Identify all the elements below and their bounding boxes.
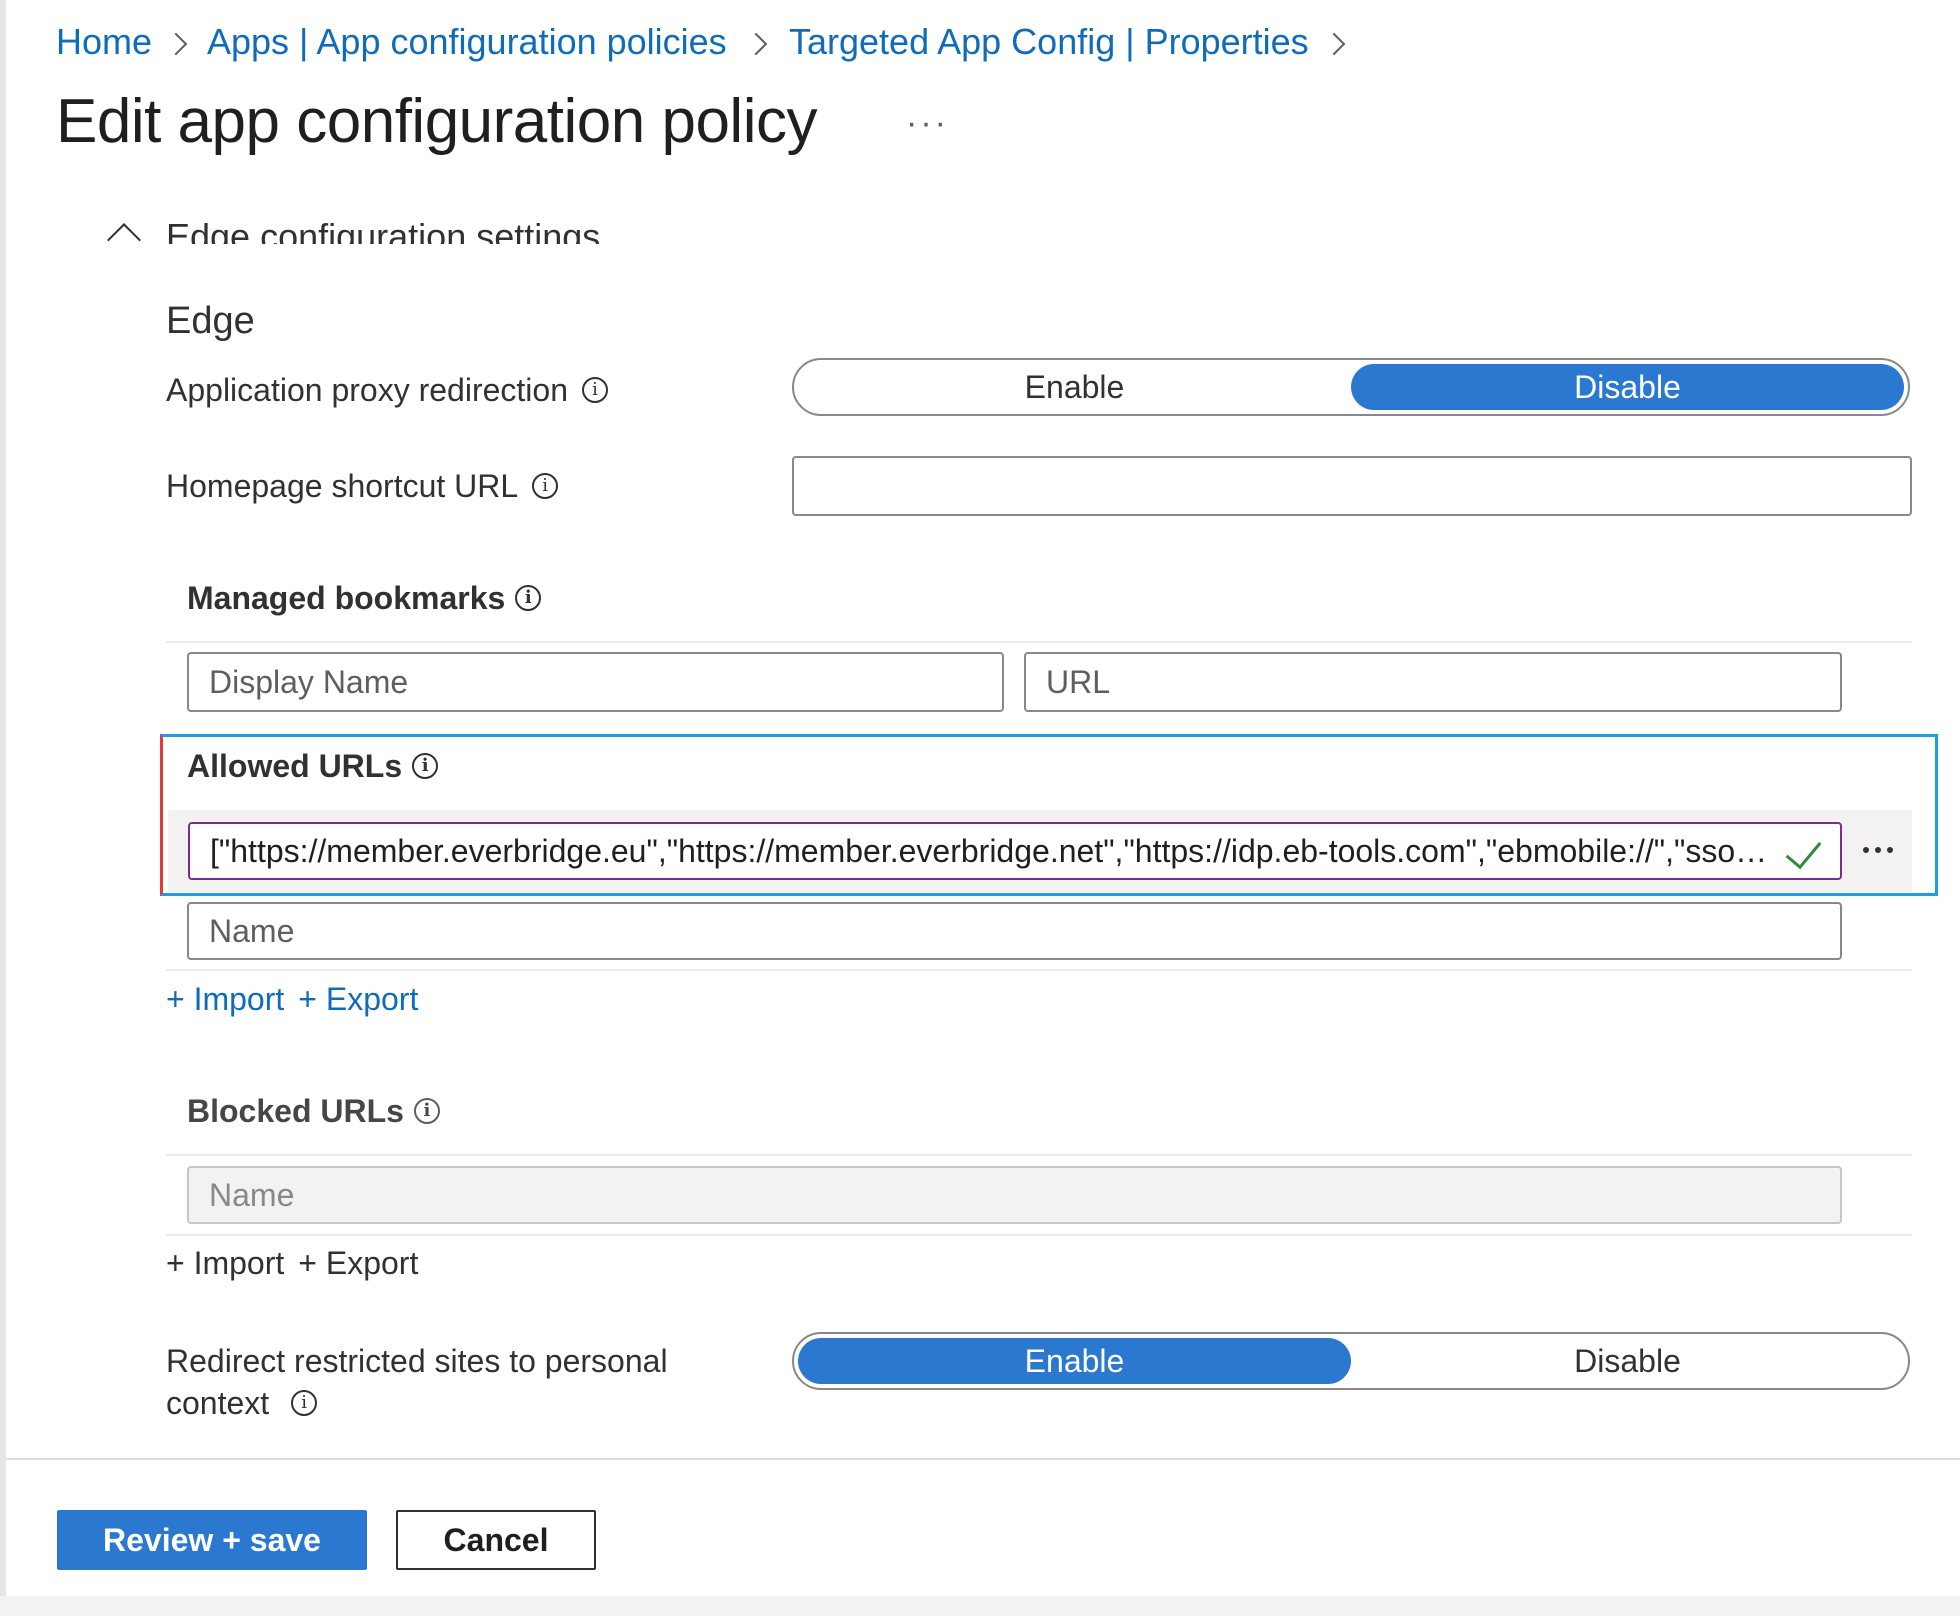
divider (166, 641, 1912, 643)
info-icon[interactable]: i (413, 1098, 440, 1124)
breadcrumb-apps-config-policies[interactable]: Apps | App configuration policies (207, 18, 727, 66)
footer-divider (6, 1458, 1960, 1460)
homepage-label: Homepage shortcut URL i (166, 462, 559, 510)
homepage-label-text: Homepage shortcut URL (166, 467, 519, 504)
allowed-urls-actions: + Import + Export (166, 976, 418, 1022)
info-icon[interactable]: i (291, 1390, 318, 1416)
section-title: Edge configuration settings (166, 216, 601, 244)
divider (166, 1154, 1912, 1156)
review-save-button[interactable]: Review + save (57, 1510, 367, 1570)
divider (166, 969, 1912, 971)
app-proxy-label-text: Application proxy redirection (166, 371, 568, 408)
chevron-right-icon (744, 32, 768, 56)
app-proxy-enable-option[interactable]: Enable (798, 364, 1351, 410)
allowed-url-value: ["https://member.everbridge.eu","https:/… (210, 832, 1768, 869)
bookmark-display-name-input[interactable] (187, 652, 1004, 712)
redirect-label: Redirect restricted sites to personal co… (166, 1340, 668, 1424)
cancel-button[interactable]: Cancel (396, 1510, 596, 1570)
info-icon[interactable]: i (532, 473, 559, 499)
divider (166, 1234, 1912, 1236)
app-proxy-toggle[interactable]: Enable Disable (792, 358, 1910, 416)
homepage-url-input[interactable] (792, 456, 1912, 516)
blocked-urls-export-link[interactable]: + Export (298, 1245, 418, 1282)
info-icon[interactable]: i (515, 585, 542, 611)
chevron-right-icon (164, 32, 188, 56)
allowed-url-name-input[interactable] (187, 902, 1842, 960)
app-proxy-disable-option[interactable]: Disable (1351, 364, 1904, 410)
allowed-urls-label: Allowed URLs i (187, 742, 439, 790)
breadcrumb-targeted-app-config[interactable]: Targeted App Config | Properties (789, 18, 1309, 66)
chevron-right-icon (1322, 32, 1346, 56)
more-options-icon[interactable]: ··· (906, 104, 949, 143)
page-title: Edit app configuration policy (56, 87, 817, 156)
allowed-urls-label-text: Allowed URLs (187, 747, 403, 784)
redirect-disable-option[interactable]: Disable (1351, 1338, 1904, 1384)
edge-subheading: Edge (166, 300, 255, 342)
blocked-urls-actions: + Import + Export (166, 1240, 418, 1286)
blocked-urls-label: Blocked URLs i (187, 1088, 440, 1134)
blocked-urls-label-text: Blocked URLs (187, 1092, 404, 1129)
collapse-caret-icon[interactable] (107, 223, 141, 257)
redirect-toggle[interactable]: Enable Disable (792, 1332, 1910, 1390)
breadcrumb-home[interactable]: Home (56, 18, 152, 66)
managed-bookmarks-label-text: Managed bookmarks (187, 579, 506, 616)
redirect-label-line1: Redirect restricted sites to personal (166, 1343, 668, 1379)
info-icon[interactable]: i (581, 377, 608, 403)
bottom-strip (0, 1596, 1960, 1616)
info-icon[interactable]: i (412, 753, 439, 779)
app-proxy-label: Application proxy redirection i (166, 366, 608, 414)
redirect-enable-option[interactable]: Enable (798, 1338, 1351, 1384)
allowed-url-input[interactable]: ["https://member.everbridge.eu","https:/… (188, 822, 1842, 880)
row-more-icon[interactable] (1852, 826, 1904, 874)
managed-bookmarks-label: Managed bookmarks i (187, 574, 542, 622)
allowed-urls-import-link[interactable]: + Import (166, 981, 284, 1018)
blocked-urls-import-link[interactable]: + Import (166, 1245, 284, 1282)
blocked-url-name-input[interactable] (187, 1166, 1842, 1224)
redirect-label-line2: context (166, 1385, 270, 1421)
bookmark-url-input[interactable] (1024, 652, 1842, 712)
allowed-urls-export-link[interactable]: + Export (298, 981, 418, 1018)
left-edge-bar (0, 0, 6, 1616)
